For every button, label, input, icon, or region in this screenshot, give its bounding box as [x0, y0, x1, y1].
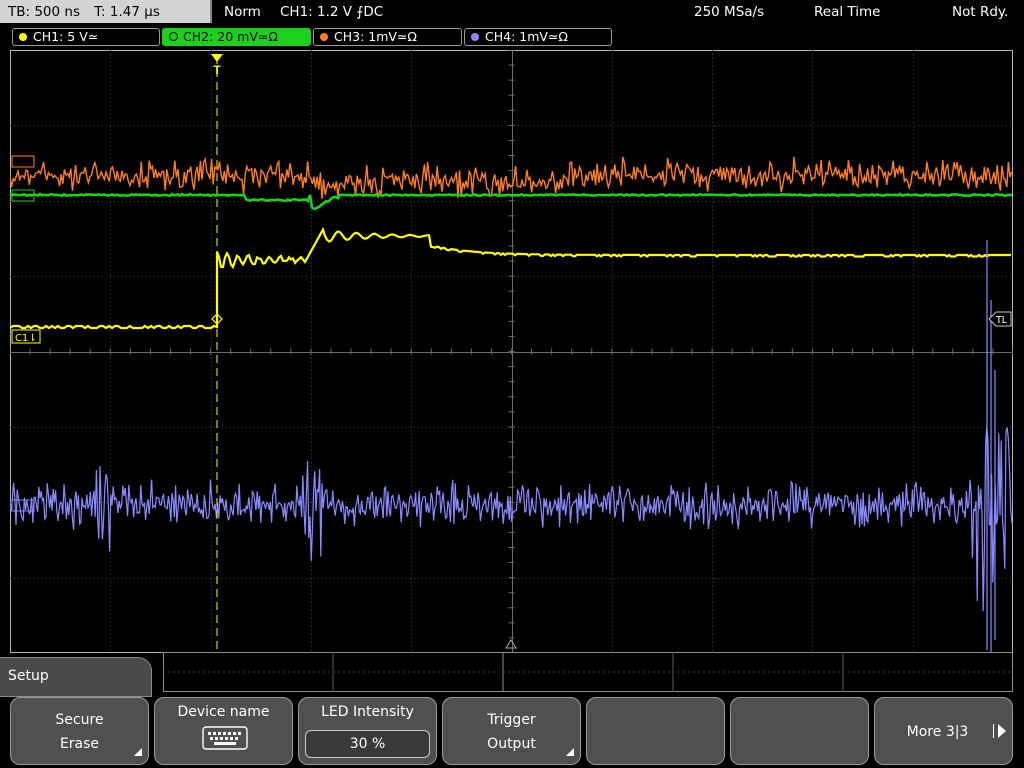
softkey-label: More 3|3 [906, 724, 969, 740]
softkey-empty-6[interactable] [730, 697, 869, 765]
more-arrow-bar [993, 724, 994, 738]
softkey-label: Device name [177, 704, 270, 720]
trigger-setting[interactable]: CH1: 1.2 V ⨍DC [280, 0, 383, 24]
ch1-offset-label: C1⇂ [15, 333, 37, 344]
channel-tab-label: CH3: 1mV≃Ω [334, 29, 417, 44]
submenu-corner-icon [134, 748, 142, 756]
more-softkey[interactable]: More 3|3 [874, 697, 1013, 765]
softkey-label: Erase [59, 736, 100, 752]
acquisition-type: Real Time [814, 4, 881, 20]
led-intensity-softkey[interactable]: LED Intensity 30 % [298, 697, 437, 765]
secure-erase-softkey[interactable]: Secure Erase [10, 697, 149, 765]
channel-tab-ch2[interactable]: CH2: 20 mV≃Ω [162, 28, 311, 46]
menu-title: Setup [8, 668, 49, 684]
softkey-label: Secure [55, 712, 104, 728]
channel-tab-ch1[interactable]: CH1: 5 V≃ [12, 28, 160, 46]
softkey-label: Trigger [487, 712, 536, 728]
status-bar: TB: 500 ns T: 1.47 µs Norm CH1: 1.2 V ⨍D… [0, 0, 1024, 24]
ch4-color-dot [471, 33, 479, 41]
softkey-label: Output [487, 736, 536, 752]
acquisition-mode[interactable]: Norm [224, 0, 261, 24]
device-name-softkey[interactable]: Device name [154, 697, 293, 765]
channel-tab-label: CH4: 1mV≃Ω [485, 29, 568, 44]
channel-tab-ch4[interactable]: CH4: 1mV≃Ω [464, 28, 612, 46]
softkey-label: LED Intensity [321, 704, 414, 720]
softkey-empty-5[interactable] [586, 697, 725, 765]
next-arrow-icon [998, 724, 1006, 738]
channel-tab-label: CH1: 5 V≃ [33, 29, 99, 44]
zoom-overview-strip [163, 652, 1013, 692]
submenu-corner-icon [566, 748, 574, 756]
channel-tab-ch3[interactable]: CH3: 1mV≃Ω [313, 28, 462, 46]
timebase-box[interactable]: TB: 500 ns T: 1.47 µs [0, 0, 212, 23]
trigger-output-softkey[interactable]: Trigger Output [442, 697, 581, 765]
trigger-level-label: TL [995, 315, 1008, 326]
ch1-color-dot [19, 33, 27, 41]
keyboard-icon [202, 726, 248, 750]
trigger-time-readout: T: 1.47 µs [94, 4, 160, 20]
menu-title-tab: Setup [0, 657, 152, 697]
ch2-color-dot [169, 32, 178, 41]
sample-rate: 250 MSa/s [694, 4, 765, 20]
timebase-readout: TB: 500 ns [8, 4, 80, 20]
trigger-state: Not Rdy. [952, 4, 1009, 20]
channel-tab-label: CH2: 20 mV≃Ω [183, 29, 278, 44]
ch1-offset-marker[interactable]: C1⇂ [11, 329, 41, 344]
waveform-display[interactable]: T C1⇂ TL [10, 50, 1013, 653]
trigger-marker-label: T [213, 63, 221, 77]
ch3-color-dot [320, 33, 328, 41]
led-intensity-value[interactable]: 30 % [305, 730, 430, 758]
